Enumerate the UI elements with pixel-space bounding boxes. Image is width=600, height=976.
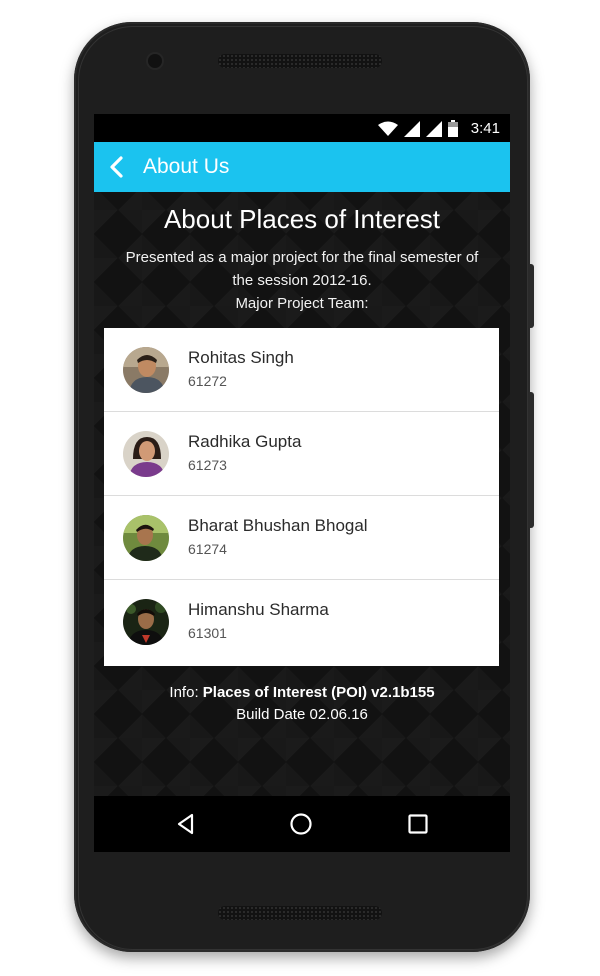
bottom-speaker-grille: [218, 906, 382, 920]
volume-rocker: [528, 392, 534, 528]
app-info: Info: Places of Interest (POI) v2.1b155 …: [94, 682, 510, 726]
square-recents-icon[interactable]: [406, 812, 430, 836]
member-roll: 61273: [188, 457, 227, 473]
front-camera: [148, 54, 162, 68]
navigation-bar: [94, 796, 510, 852]
avatar: [123, 347, 169, 393]
description-line-2: the session 2012-16.: [232, 272, 372, 289]
signal-icon: [404, 121, 420, 137]
signal-icon: [426, 121, 442, 137]
power-button: [528, 264, 534, 328]
triangle-back-icon[interactable]: [174, 812, 198, 836]
team-list: Rohitas Singh 61272 Radhika Gupta 61273 …: [104, 328, 499, 666]
avatar: [123, 431, 169, 477]
member-roll: 61301: [188, 625, 227, 641]
app-version: Places of Interest (POI) v2.1b155: [202, 684, 435, 701]
list-item[interactable]: Radhika Gupta 61273: [104, 412, 499, 496]
screen: 3:41 About Us About Places of Interest P…: [94, 114, 510, 852]
info-prefix: Info:: [169, 684, 203, 701]
member-roll: 61272: [188, 373, 227, 389]
circle-home-icon[interactable]: [289, 812, 313, 836]
app-bar-title: About Us: [143, 155, 230, 178]
status-time: 3:41: [470, 120, 500, 137]
avatar: [123, 515, 169, 561]
description-line-1: Presented as a major project for the fin…: [125, 249, 479, 266]
member-name: Bharat Bhushan Bhogal: [188, 516, 368, 535]
battery-icon: [448, 120, 458, 137]
status-icons: [378, 120, 458, 137]
member-name: Radhika Gupta: [188, 432, 302, 451]
chevron-left-icon[interactable]: [104, 154, 130, 180]
avatar: [123, 599, 169, 645]
member-name: Himanshu Sharma: [188, 600, 329, 619]
top-speaker-grille: [218, 54, 382, 68]
wifi-icon: [378, 121, 398, 136]
member-name: Rohitas Singh: [188, 348, 294, 367]
list-item[interactable]: Bharat Bhushan Bhogal 61274: [104, 496, 499, 580]
version-line: Info: Places of Interest (POI) v2.1b155: [94, 682, 510, 704]
build-date: Build Date 02.06.16: [236, 706, 368, 723]
status-bar: 3:41: [94, 114, 510, 142]
project-description: Presented as a major project for the fin…: [102, 246, 502, 315]
page-title: About Places of Interest: [163, 204, 441, 234]
list-item[interactable]: Himanshu Sharma 61301: [104, 580, 499, 664]
list-item[interactable]: Rohitas Singh 61272: [104, 328, 499, 412]
team-label: Major Project Team:: [235, 295, 369, 312]
app-bar: About Us: [94, 142, 510, 192]
member-roll: 61274: [188, 541, 227, 557]
